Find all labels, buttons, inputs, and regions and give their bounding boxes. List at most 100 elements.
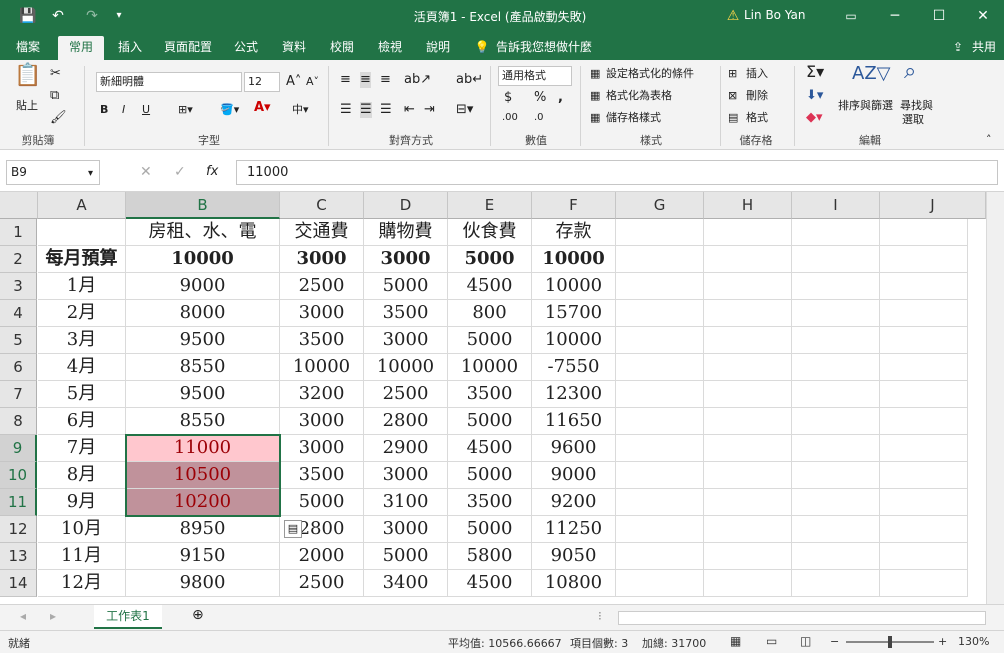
cell[interactable]: 12月	[38, 570, 126, 597]
insert-function-icon[interactable]: fx	[206, 164, 218, 180]
cell[interactable]	[880, 246, 968, 273]
column-header-B[interactable]: B	[126, 192, 280, 219]
column-header-H[interactable]: H	[704, 192, 792, 219]
tab-page-layout[interactable]: 頁面配置	[158, 36, 218, 60]
cell[interactable]: 5000	[364, 543, 448, 570]
cell[interactable]	[880, 327, 968, 354]
cell[interactable]: 5000	[448, 516, 532, 543]
cell[interactable]: 9200	[532, 489, 616, 516]
row-header[interactable]: 13	[0, 543, 37, 570]
cell[interactable]: 5月	[38, 381, 126, 408]
percent-button[interactable]: %	[534, 90, 546, 106]
cell[interactable]: 5800	[448, 543, 532, 570]
cell[interactable]: 5000	[364, 273, 448, 300]
cell[interactable]: 4500	[448, 273, 532, 300]
quick-analysis-icon[interactable]: ▤	[284, 520, 302, 538]
copy-icon[interactable]: ⧉	[50, 88, 59, 104]
increase-font-icon[interactable]: A˄	[286, 74, 301, 90]
cell[interactable]	[792, 516, 880, 543]
cell[interactable]	[616, 273, 704, 300]
cell[interactable]	[704, 381, 792, 408]
tell-me-search[interactable]: 告訴我您想做什麼	[496, 36, 596, 60]
cell[interactable]	[704, 354, 792, 381]
cell[interactable]	[704, 408, 792, 435]
normal-view-icon[interactable]: ▦	[730, 634, 741, 648]
cell[interactable]: 交通費	[280, 219, 364, 246]
maximize-icon[interactable]: ☐	[928, 6, 950, 26]
align-top-icon[interactable]: ≡	[340, 72, 351, 88]
cell[interactable]	[704, 462, 792, 489]
column-header-D[interactable]: D	[364, 192, 448, 219]
cell[interactable]	[792, 570, 880, 597]
cell[interactable]	[880, 435, 968, 462]
cell[interactable]	[704, 570, 792, 597]
cell[interactable]	[880, 381, 968, 408]
bold-button[interactable]: B	[100, 102, 108, 118]
tab-help[interactable]: 說明	[418, 36, 458, 60]
cell[interactable]	[616, 381, 704, 408]
column-header-I[interactable]: I	[792, 192, 880, 219]
cell[interactable]: 9050	[532, 543, 616, 570]
format-cells-button[interactable]: 格式	[746, 110, 768, 126]
delete-cells-button[interactable]: 刪除	[746, 88, 768, 104]
cell[interactable]: 7月	[38, 435, 126, 462]
cell[interactable]	[616, 246, 704, 273]
cell[interactable]: 10000	[532, 327, 616, 354]
cell[interactable]: 4500	[448, 435, 532, 462]
cell[interactable]: 2900	[364, 435, 448, 462]
tab-formulas[interactable]: 公式	[226, 36, 266, 60]
row-header[interactable]: 14	[0, 570, 37, 597]
cell[interactable]	[792, 354, 880, 381]
cell[interactable]: 5000	[448, 246, 532, 273]
decrease-decimal-icon[interactable]: .0	[534, 110, 544, 126]
confirm-edit-icon[interactable]: ✓	[174, 164, 186, 180]
sum-status[interactable]: 加總: 31700	[642, 635, 706, 651]
cell[interactable]	[792, 327, 880, 354]
cell[interactable]: 3月	[38, 327, 126, 354]
font-color-icon[interactable]: A▾	[254, 100, 271, 116]
cell[interactable]: 5000	[448, 327, 532, 354]
tab-insert[interactable]: 插入	[110, 36, 150, 60]
cell[interactable]: 800	[448, 300, 532, 327]
cell[interactable]	[616, 354, 704, 381]
cell[interactable]	[792, 489, 880, 516]
conditional-format-button[interactable]: 設定格式化的條件	[606, 66, 694, 82]
currency-button[interactable]: $	[504, 90, 512, 106]
row-header[interactable]: 7	[0, 381, 37, 408]
cell[interactable]: 10000	[532, 246, 616, 273]
cell[interactable]	[616, 462, 704, 489]
row-header[interactable]: 11	[0, 489, 37, 516]
cell[interactable]: 3000	[280, 435, 364, 462]
cell[interactable]	[880, 570, 968, 597]
cell[interactable]: 9150	[126, 543, 280, 570]
find-select-button-line2[interactable]: 選取	[902, 112, 924, 128]
cancel-edit-icon[interactable]: ✕	[140, 164, 152, 180]
cell[interactable]: 8550	[126, 354, 280, 381]
name-box[interactable]: B9	[6, 160, 100, 185]
cell[interactable]	[616, 543, 704, 570]
decrease-font-icon[interactable]: A˅	[306, 74, 319, 90]
zoom-slider-thumb[interactable]	[888, 636, 892, 648]
ribbon-display-icon[interactable]: ▭	[840, 6, 862, 26]
cell[interactable]	[792, 246, 880, 273]
cell[interactable]	[880, 543, 968, 570]
cell[interactable]: 3400	[364, 570, 448, 597]
page-layout-view-icon[interactable]: ▭	[766, 634, 777, 648]
tab-home[interactable]: 常用	[58, 36, 104, 60]
cell[interactable]: 2500	[280, 273, 364, 300]
cell[interactable]: 3100	[364, 489, 448, 516]
row-header[interactable]: 8	[0, 408, 37, 435]
cell[interactable]	[616, 570, 704, 597]
cell[interactable]	[792, 381, 880, 408]
number-format-combo[interactable]: 通用格式	[498, 66, 572, 86]
cell[interactable]: 15700	[532, 300, 616, 327]
save-icon[interactable]: 💾	[18, 6, 38, 26]
cell[interactable]	[616, 435, 704, 462]
cell[interactable]: 3000	[280, 246, 364, 273]
cell[interactable]: 11250	[532, 516, 616, 543]
cell[interactable]: 9800	[126, 570, 280, 597]
cell[interactable]	[880, 489, 968, 516]
zoom-in-icon[interactable]: +	[938, 635, 947, 648]
borders-icon[interactable]: ⊞▾	[178, 102, 193, 118]
orientation-icon[interactable]: ab↗	[404, 72, 431, 88]
